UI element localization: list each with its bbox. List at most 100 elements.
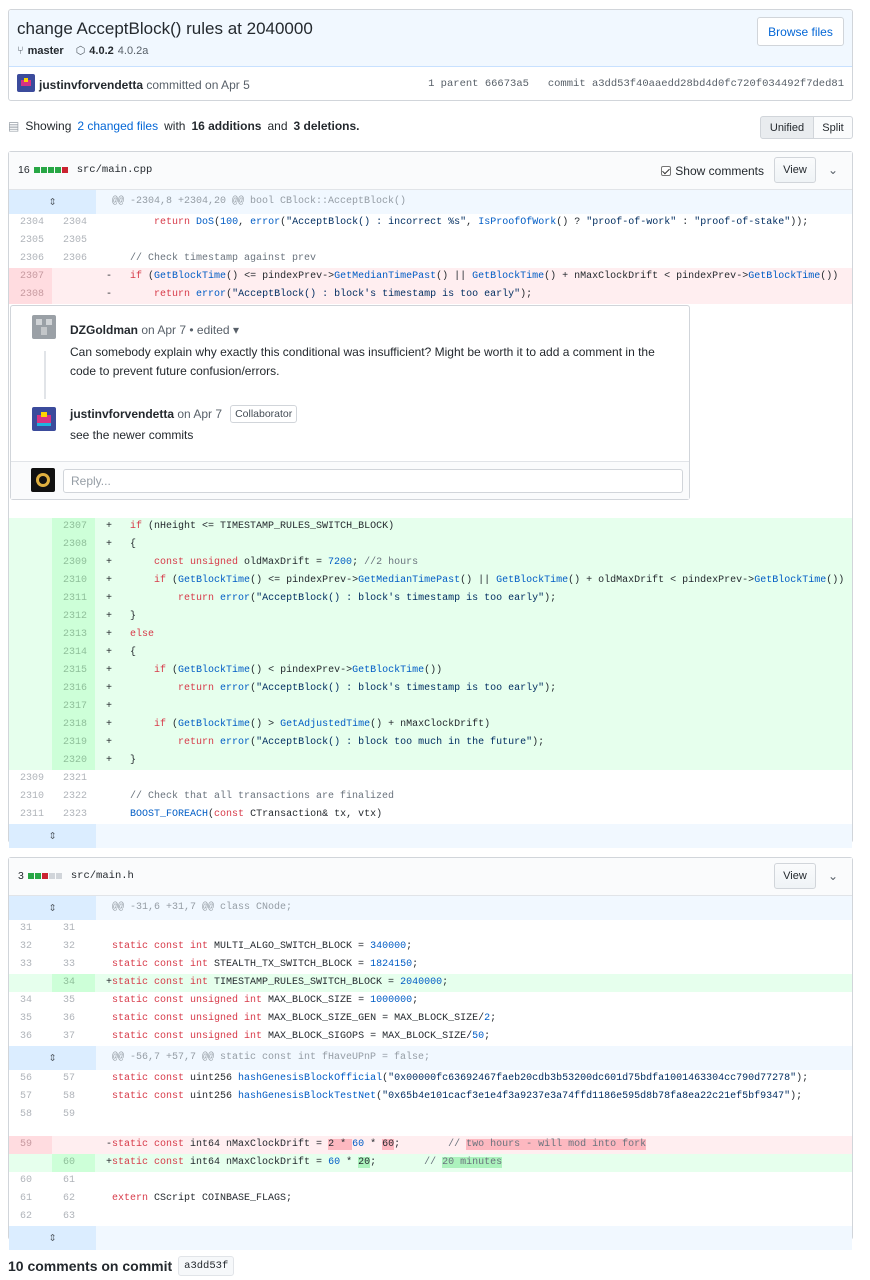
- expand-icon[interactable]: ⇕: [9, 190, 96, 214]
- commit-title: change AcceptBlock() rules at 2040000: [17, 19, 313, 38]
- hunk-text: @@ -31,6 +31,7 @@ class CNode;: [112, 902, 293, 913]
- diff-line: 31 31: [20, 923, 76, 934]
- branch-info: ⑂ master ⬡ 4.0.2 4.0.2a: [17, 44, 149, 58]
- diff-line: 2305 2305: [20, 235, 88, 246]
- diff-line: 2311 2323 BOOST_FOREACH(const CTransactio…: [20, 809, 383, 820]
- view-file-button[interactable]: View: [774, 157, 816, 183]
- diff-line-added: 2311 + return error("AcceptBlock() : bloc…: [9, 590, 852, 608]
- hunk-header: ⇕ @@ -2304,8 +2304,20 @@ bool CBlock::Acc…: [9, 190, 852, 214]
- commit-title-bar: change AcceptBlock() rules at 2040000 ⑂ …: [9, 10, 852, 67]
- tag-2[interactable]: 4.0.2a: [118, 45, 149, 57]
- hunk-text: @@ -56,7 +57,7 @@ static const int fHave…: [112, 1052, 431, 1063]
- commit-meta-bar: justinvforvendetta committed on Apr 5 1 …: [9, 67, 852, 101]
- diffstat: 3 src/main.h: [18, 870, 134, 882]
- diff-line-added: 2308 + {: [9, 536, 852, 554]
- diff-line-added: 2316 + return error("AcceptBlock() : bloc…: [9, 680, 852, 698]
- branch-name[interactable]: master: [28, 45, 64, 57]
- hunk-header: ⇕ @@ -56,7 +57,7 @@ static const int fHav…: [9, 1046, 852, 1070]
- changed-files-link[interactable]: 2 changed files: [77, 119, 158, 133]
- summary-and: and: [267, 119, 288, 133]
- deletions-count: 3 deletions.: [293, 119, 360, 133]
- reply-bar: Reply...: [11, 461, 689, 499]
- file-icon: ▤: [8, 119, 20, 133]
- file-diff-main-h: 3 src/main.h View ⌄ ⇕ @@ -31,6 +31,7 @@ c…: [8, 857, 853, 1250]
- diff-line: 32 32 static const int MULTI_ALGO_SWITCH_…: [20, 941, 413, 952]
- diff-line: 2304 2304 return DoS(100, error("AcceptBl…: [20, 217, 809, 228]
- diff-line: 61 62 extern CScript COINBASE_FLAGS;: [20, 1193, 293, 1204]
- summary-prefix: Showing: [25, 119, 72, 133]
- file-name[interactable]: src/main.h: [71, 870, 134, 882]
- diff-line: 60 61: [20, 1175, 76, 1186]
- comment-author[interactable]: justinvforvendetta: [70, 407, 174, 421]
- comment-body: see the newer commits: [70, 428, 194, 442]
- diffstat-blocks: [27, 870, 63, 882]
- expand-icon[interactable]: ⇕: [9, 896, 96, 920]
- show-comments-checkbox[interactable]: [661, 166, 672, 176]
- diff-line-added: 2312 + }: [9, 608, 852, 626]
- diff-line-deleted: 59 -static const int64 nMaxClockDrift = 2…: [9, 1136, 852, 1154]
- commit-header: change AcceptBlock() rules at 2040000 ⑂ …: [8, 9, 853, 101]
- file-header: 16 src/main.cpp Show comments View ⌄: [9, 152, 852, 190]
- diff-line: 2310 2322 // Check that all transactions …: [20, 791, 395, 802]
- comment-header: justinvforvendetta on Apr 7 Collaborator: [70, 405, 298, 423]
- comment-thread: DZGoldman on Apr 7 • edited ▾ Can somebo…: [10, 305, 690, 500]
- diff-line-added: 2320 + }: [9, 752, 852, 770]
- diffstat: 16 src/main.cpp: [18, 164, 152, 176]
- diff-line-added: 2309 + const unsigned oldMaxDrift = 7200;…: [9, 554, 852, 572]
- parent-label: 1 parent: [428, 78, 479, 90]
- comment-meta[interactable]: on Apr 7: [177, 407, 222, 421]
- tag-1[interactable]: 4.0.2: [89, 45, 113, 57]
- split-toggle[interactable]: Split: [813, 116, 853, 139]
- unified-toggle[interactable]: Unified: [760, 116, 814, 139]
- hunk-header: ⇕ @@ -31,6 +31,7 @@ class CNode;: [9, 896, 852, 920]
- comments-count-text: 10 comments on commit: [8, 1258, 173, 1274]
- diff-line: 2309 2321: [20, 773, 88, 784]
- commenter-avatar-2[interactable]: [32, 407, 56, 431]
- reply-input[interactable]: Reply...: [63, 469, 683, 493]
- diff-line-deleted: 2308- return error("AcceptBlock() : bloc…: [9, 286, 852, 304]
- diff-line: 62 63: [20, 1211, 76, 1222]
- comment-meta[interactable]: on Apr 7 • edited ▾: [141, 323, 239, 337]
- branch-icon: ⑂: [17, 44, 24, 57]
- comment-header: DZGoldman on Apr 7 • edited ▾: [70, 323, 239, 337]
- commit-author-line: justinvforvendetta committed on Apr 5: [39, 78, 250, 92]
- tag-icon: ⬡: [75, 45, 86, 57]
- view-file-button[interactable]: View: [774, 863, 816, 889]
- diff-line: 2306 2306 // Check timestamp against prev: [20, 253, 317, 264]
- file-name[interactable]: src/main.cpp: [77, 164, 153, 176]
- diff-line-added: 2314 + {: [9, 644, 852, 662]
- diff-line: 56 57 static const uint256 hashGenesisBlo…: [20, 1073, 809, 1084]
- show-comments-toggle[interactable]: Show comments: [661, 164, 764, 178]
- current-user-avatar: [31, 468, 55, 492]
- diffstat-count: 3: [18, 870, 24, 882]
- diff-line-added: 34 +static const int TIMESTAMP_RULES_SWIT…: [9, 974, 852, 992]
- diff-line-added: 2310 + if (GetBlockTime() <= pindexPrev->…: [9, 572, 852, 590]
- comment-body: Can somebody explain why exactly this co…: [70, 345, 655, 378]
- comment-author[interactable]: DZGoldman: [70, 323, 138, 337]
- additions-count: 16 additions: [191, 119, 262, 133]
- author-name[interactable]: justinvforvendetta: [39, 78, 143, 92]
- expand-icon[interactable]: ⇕: [9, 1046, 96, 1070]
- browse-files-button[interactable]: Browse files: [757, 17, 844, 46]
- hunk-footer: ⇕: [9, 1226, 852, 1250]
- diff-line: 35 36 static const unsigned int MAX_BLOCK…: [20, 1013, 497, 1024]
- summary-with: with: [164, 119, 186, 133]
- chevron-down-icon[interactable]: ⌄: [828, 163, 838, 177]
- committed-date: committed on Apr 5: [146, 78, 250, 92]
- diff-line: 34 35 static const unsigned int MAX_BLOCK…: [20, 995, 419, 1006]
- diffstat-blocks: [33, 164, 69, 176]
- author-avatar[interactable]: [17, 74, 35, 92]
- commit-sha: a3dd53f40aaedd28bd4d0fc720f034492f7ded81: [591, 78, 844, 90]
- expand-icon[interactable]: ⇕: [9, 824, 96, 848]
- thread-connector: [44, 351, 46, 399]
- commenter-avatar-1[interactable]: [32, 315, 56, 339]
- expand-icon[interactable]: ⇕: [9, 1226, 96, 1250]
- diff-summary: ▤ Showing 2 changed files with 16 additi…: [8, 119, 360, 133]
- chevron-down-icon[interactable]: ⌄: [828, 869, 838, 883]
- diff-line-added: 2318 + if (GetBlockTime() > GetAdjustedTi…: [9, 716, 852, 734]
- diff-line-added: 60 +static const int64 nMaxClockDrift = 6…: [9, 1154, 852, 1172]
- parent-sha[interactable]: 66673a5: [485, 78, 529, 90]
- diff-line-added: 2313 + else: [9, 626, 852, 644]
- diff-line-added: 2307 + if (nHeight <= TIMESTAMP_RULES_SWI…: [9, 518, 852, 536]
- hunk-text: @@ -2304,8 +2304,20 @@ bool CBlock::Acce…: [112, 196, 407, 207]
